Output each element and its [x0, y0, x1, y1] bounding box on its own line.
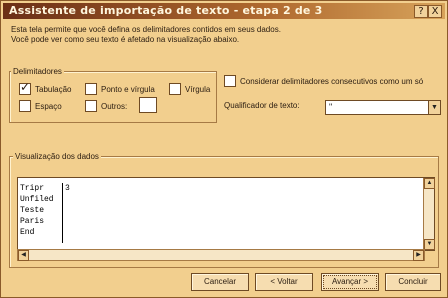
- preview-cell: End: [20, 228, 35, 237]
- comma-checkbox[interactable]: Vírgula: [169, 83, 210, 95]
- text-qualifier-label: Qualificador de texto:: [224, 101, 300, 110]
- consecutive-checkbox[interactable]: Considerar delimitadores consecutivos co…: [224, 75, 423, 87]
- comma-checkbox-box[interactable]: [169, 83, 181, 95]
- chevron-down-icon[interactable]: ▼: [428, 101, 440, 114]
- space-checkbox-box[interactable]: [19, 100, 31, 112]
- text-qualifier-select[interactable]: " ▼: [325, 100, 441, 115]
- semicolon-checkbox[interactable]: Ponto e vírgula: [85, 83, 155, 95]
- vertical-scrollbar[interactable]: ▲ ▼: [423, 178, 435, 250]
- help-button[interactable]: ?: [414, 5, 428, 18]
- scroll-down-icon[interactable]: ▼: [424, 239, 435, 250]
- preview-cell: Unfiled: [20, 195, 54, 204]
- title-bar[interactable]: Assistente de importação de texto - etap…: [3, 3, 445, 19]
- preview-column-1: Tripr Unfiled Teste Paris End: [20, 183, 54, 238]
- preview-cell: Teste: [20, 206, 45, 215]
- preview-cell: Paris: [20, 217, 45, 226]
- scroll-left-icon[interactable]: ◀: [18, 250, 29, 261]
- delimiters-group: [9, 71, 217, 123]
- consecutive-checkbox-box[interactable]: [224, 75, 236, 87]
- semicolon-checkbox-label: Ponto e vírgula: [101, 84, 155, 94]
- import-wizard-window: Assistente de importação de texto - etap…: [0, 0, 448, 298]
- text-qualifier-value: ": [329, 102, 333, 112]
- scroll-right-icon[interactable]: ▶: [413, 250, 424, 261]
- scroll-up-icon[interactable]: ▲: [424, 178, 435, 189]
- tab-checkbox[interactable]: ✓ Tabulação: [19, 80, 72, 95]
- delimiters-label: Delimitadores: [11, 67, 64, 76]
- horizontal-scrollbar[interactable]: ◀ ▶: [17, 249, 425, 261]
- close-button[interactable]: X: [428, 5, 442, 18]
- check-mark-icon: ✓: [20, 80, 31, 94]
- preview-label: Visualização dos dados: [13, 152, 101, 161]
- back-button[interactable]: < Voltar: [255, 273, 313, 291]
- description: Esta tela permite que você defina os del…: [11, 25, 281, 45]
- tab-checkbox-box[interactable]: ✓: [19, 80, 31, 95]
- tab-checkbox-label: Tabulação: [35, 84, 72, 94]
- finish-button[interactable]: Concluir: [385, 273, 441, 291]
- other-checkbox-label: Outros:: [101, 101, 128, 111]
- preview-cell: Tripr: [20, 184, 45, 193]
- preview-cell: 3: [65, 184, 70, 193]
- other-delimiter-input[interactable]: [139, 97, 157, 113]
- consecutive-checkbox-label: Considerar delimitadores consecutivos co…: [240, 76, 424, 86]
- data-preview[interactable]: Tripr Unfiled Teste Paris End 3 ▲ ▼: [17, 177, 435, 251]
- description-line-1: Esta tela permite que você defina os del…: [11, 25, 281, 34]
- semicolon-checkbox-box[interactable]: [85, 83, 97, 95]
- comma-checkbox-label: Vírgula: [185, 84, 211, 94]
- other-checkbox-box[interactable]: [85, 100, 97, 112]
- other-checkbox[interactable]: Outros:: [85, 100, 127, 112]
- preview-column-2: 3: [62, 183, 70, 243]
- description-line-2: Você pode ver como seu texto é afetado n…: [11, 35, 240, 44]
- cancel-button[interactable]: Cancelar: [191, 273, 249, 291]
- space-checkbox[interactable]: Espaço: [19, 100, 62, 112]
- space-checkbox-label: Espaço: [35, 101, 62, 111]
- next-button[interactable]: Avançar >: [321, 273, 379, 291]
- window-title: Assistente de importação de texto - etap…: [9, 4, 323, 17]
